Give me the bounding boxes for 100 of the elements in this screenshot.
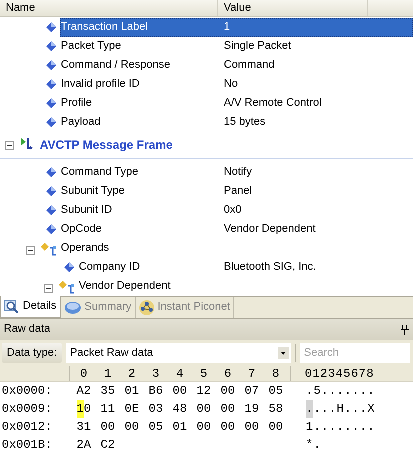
column-header[interactable]: Value bbox=[218, 0, 368, 16]
hex-byte[interactable]: 00 bbox=[192, 418, 216, 436]
column-header: 1 bbox=[103, 366, 113, 382]
diamond-icon bbox=[46, 41, 57, 52]
hex-byte[interactable]: B6 bbox=[144, 382, 168, 400]
field-name: OpCode bbox=[60, 222, 103, 238]
hex-byte[interactable]: 2A bbox=[72, 436, 96, 454]
diamond-icon bbox=[46, 167, 57, 178]
field-value: Command bbox=[223, 58, 275, 74]
tree-row[interactable]: Vendor Dependent bbox=[78, 277, 413, 296]
column-header: 8 bbox=[271, 366, 281, 382]
field-name: Invalid profile ID bbox=[60, 77, 141, 92]
field-name: Vendor Dependent bbox=[78, 279, 172, 294]
hex-byte[interactable]: 01 bbox=[120, 382, 144, 400]
offset-label: 0x0012: bbox=[1, 419, 54, 436]
hex-byte[interactable]: 35 bbox=[96, 382, 120, 400]
hex-byte[interactable]: 48 bbox=[168, 400, 192, 418]
hex-byte[interactable]: 00 bbox=[240, 418, 264, 436]
diamond-icon bbox=[46, 205, 57, 216]
ascii-text: 1........ bbox=[306, 419, 376, 436]
column-header: 3 bbox=[151, 366, 161, 382]
field-value: Vendor Dependent bbox=[223, 222, 316, 238]
field-name: Command Type bbox=[60, 165, 140, 180]
hex-byte[interactable]: 58 bbox=[264, 400, 288, 418]
hex-byte[interactable]: A2 bbox=[72, 382, 96, 400]
field-name: Company ID bbox=[78, 260, 142, 276]
field-value: Notify bbox=[223, 165, 252, 180]
tab[interactable]: Details bbox=[0, 296, 61, 318]
hex-byte[interactable]: 00 bbox=[192, 400, 216, 418]
minus-icon bbox=[7, 142, 12, 148]
hex-byte[interactable]: 01 bbox=[168, 418, 192, 436]
column-header[interactable]: Name bbox=[0, 0, 218, 16]
caret-icon bbox=[278, 347, 290, 359]
expander-toggle[interactable] bbox=[26, 246, 35, 254]
pin-icon[interactable] bbox=[401, 324, 409, 334]
tree-row[interactable]: Payload 15 bytes bbox=[60, 113, 413, 132]
offset-label: 0x001B: bbox=[1, 437, 54, 454]
hex-byte[interactable]: 0E bbox=[120, 400, 144, 418]
tree-row[interactable]: OpCode Vendor Dependent bbox=[60, 220, 413, 239]
column-header: 5 bbox=[199, 366, 209, 382]
tree-row[interactable]: Packet Type Single Packet bbox=[60, 37, 413, 56]
field-value: Panel bbox=[223, 184, 252, 200]
hex-byte[interactable]: C2 bbox=[96, 436, 120, 454]
tree-row[interactable]: Invalid profile ID No bbox=[60, 75, 413, 94]
hex-byte[interactable]: 03 bbox=[144, 400, 168, 418]
tree-row[interactable]: Subunit Type Panel bbox=[60, 182, 413, 201]
diamond-icon bbox=[46, 22, 57, 33]
hex-byte[interactable]: 00 bbox=[96, 418, 120, 436]
field-value: 0x0 bbox=[223, 203, 242, 218]
ascii-text: .5....... bbox=[306, 383, 376, 400]
field-name: Profile bbox=[60, 96, 94, 112]
diamond-icon bbox=[46, 186, 57, 197]
tree-row[interactable]: Transaction Label 1 bbox=[60, 18, 413, 37]
field-value: A/V Remote Control bbox=[223, 96, 322, 112]
hex-byte[interactable]: 00 bbox=[216, 400, 240, 418]
minus-icon bbox=[28, 248, 33, 252]
arrow-icon bbox=[20, 137, 34, 153]
group-icon bbox=[59, 281, 75, 295]
field-value: Bluetooth SIG, Inc. bbox=[223, 260, 316, 276]
tree-row[interactable]: Company ID Bluetooth SIG, Inc. bbox=[78, 258, 413, 277]
magnifier-icon bbox=[4, 298, 20, 314]
field-name: Payload bbox=[60, 115, 102, 130]
field-name: Subunit Type bbox=[60, 184, 126, 200]
search-field[interactable]: Search bbox=[300, 343, 410, 363]
hex-byte[interactable]: 05 bbox=[144, 418, 168, 436]
column-header: 7 bbox=[247, 366, 257, 382]
tree-row[interactable]: Operands bbox=[60, 239, 413, 258]
minus-icon bbox=[46, 286, 51, 290]
hex-byte[interactable]: 00 bbox=[216, 418, 240, 436]
diamond-icon bbox=[46, 117, 57, 128]
tree-row[interactable]: Subunit ID 0x0 bbox=[60, 201, 413, 220]
tree-row[interactable]: Command / Response Command bbox=[60, 56, 413, 75]
hex-byte[interactable]: 00 bbox=[264, 418, 288, 436]
field-value: 1 bbox=[223, 20, 230, 36]
diamond-icon bbox=[64, 262, 75, 273]
hex-byte[interactable]: 19 bbox=[240, 400, 264, 418]
network-nodes-icon bbox=[138, 300, 155, 316]
column-header: 6 bbox=[223, 366, 233, 382]
expander-toggle[interactable] bbox=[44, 284, 53, 292]
hex-byte[interactable]: 05 bbox=[264, 382, 288, 400]
disc-icon bbox=[64, 300, 82, 314]
column-header: 2 bbox=[127, 366, 137, 382]
hex-byte[interactable]: 00 bbox=[216, 382, 240, 400]
tree-row[interactable]: Command Type Notify bbox=[60, 163, 413, 182]
hex-byte[interactable]: 12 bbox=[192, 382, 216, 400]
offset-label: 0x0000: bbox=[1, 383, 54, 400]
hex-byte[interactable]: 07 bbox=[240, 382, 264, 400]
field-value: No bbox=[223, 77, 238, 92]
data-type-dropdown[interactable]: Packet Raw data bbox=[66, 343, 292, 363]
expander-toggle[interactable] bbox=[5, 140, 14, 150]
offset-label: 0x0009: bbox=[1, 401, 54, 418]
column-header: 4 bbox=[175, 366, 185, 382]
hex-byte[interactable]: 00 bbox=[168, 382, 192, 400]
tree-row[interactable]: Profile A/V Remote Control bbox=[60, 94, 413, 113]
field-name: Command / Response bbox=[60, 58, 172, 74]
hex-byte[interactable]: 31 bbox=[72, 418, 96, 436]
hex-byte[interactable]: 11 bbox=[96, 400, 120, 418]
hex-byte[interactable]: 00 bbox=[120, 418, 144, 436]
field-name: Subunit ID bbox=[60, 203, 114, 218]
panel-title: Raw data bbox=[4, 322, 50, 338]
